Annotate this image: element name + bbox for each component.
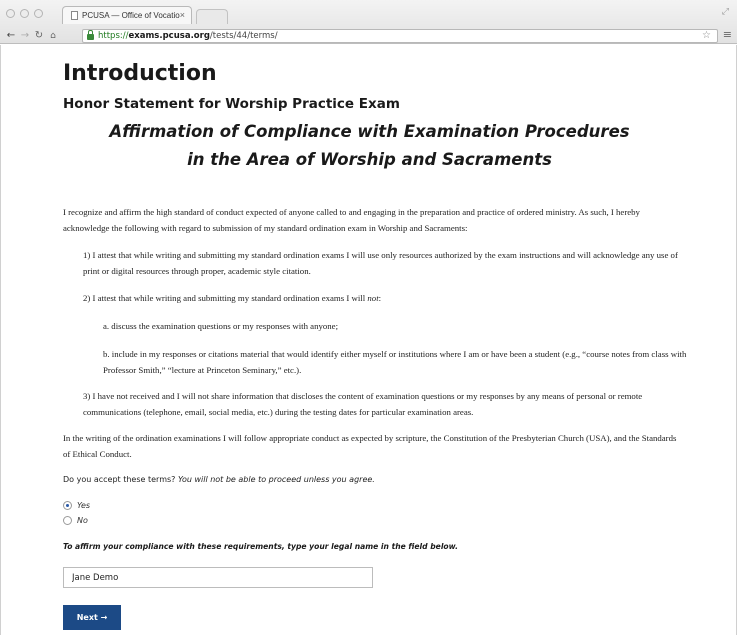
item-2a-paragraph: a. discuss the examination questions or … (103, 321, 339, 331)
menu-icon[interactable]: ≡ (723, 28, 732, 41)
question-text: Do you accept these terms? (63, 475, 178, 484)
item-2b-paragraph: b. include in my responses or citations … (103, 349, 687, 375)
minimize-window-button[interactable] (20, 9, 29, 18)
page-title: Introduction (63, 61, 217, 86)
home-icon[interactable]: ⌂ (46, 31, 60, 41)
page-icon (71, 11, 78, 20)
option-yes[interactable]: Yes (63, 501, 90, 510)
zoom-window-button[interactable] (34, 9, 43, 18)
yes-radio[interactable] (63, 501, 72, 510)
window-controls (6, 9, 43, 18)
bookmark-star-icon[interactable]: ☆ (702, 30, 711, 41)
affirmation-heading-line1: Affirmation of Compliance with Examinati… (109, 122, 630, 141)
browser-chrome: PCUSA — Office of Vocatio × ⤢ ← → ↻ ⌂ ht… (0, 0, 737, 44)
question-note: You will not be able to proceed unless y… (177, 475, 375, 484)
tab-title: PCUSA — Office of Vocatio (82, 11, 180, 20)
terms-question: Do you accept these terms? You will not … (63, 475, 375, 484)
item-2-paragraph: 2) I attest that while writing and submi… (83, 290, 381, 306)
browser-toolbar: ← → ↻ ⌂ https:// exams.pcusa.org /tests/… (0, 27, 737, 44)
forward-arrow-icon[interactable]: → (18, 30, 32, 41)
intro-paragraph: I recognize and affirm the high standard… (63, 207, 640, 233)
lock-icon (87, 30, 94, 40)
no-radio[interactable] (63, 516, 72, 525)
legal-name-instruction: To affirm your compliance with these req… (63, 542, 459, 551)
url-path: /tests/44/terms/ (209, 31, 278, 41)
yes-label: Yes (77, 501, 91, 510)
reload-icon[interactable]: ↻ (32, 30, 46, 41)
option-no[interactable]: No (63, 516, 88, 525)
fullscreen-icon[interactable]: ⤢ (722, 7, 729, 17)
url-host: exams.pcusa.org (128, 31, 210, 41)
next-button[interactable]: Next → (63, 605, 121, 630)
address-bar[interactable]: https:// exams.pcusa.org /tests/44/terms… (82, 29, 718, 43)
item-2-text: 2) I attest that while writing and submi… (83, 293, 368, 303)
item-1-paragraph: 1) I attest that while writing and submi… (83, 250, 678, 276)
new-tab-button[interactable] (196, 9, 228, 24)
page-content: Introduction Honor Statement for Worship… (0, 45, 737, 635)
affirmation-heading-line2: in the Area of Worship and Sacraments (187, 150, 552, 169)
item-2-suffix: : (378, 293, 382, 303)
page-subtitle: Honor Statement for Worship Practice Exa… (63, 96, 400, 112)
no-label: No (77, 516, 88, 525)
back-arrow-icon[interactable]: ← (4, 30, 18, 41)
conduct-paragraph: In the writing of the ordination examina… (63, 433, 677, 459)
item-2-emphasis: not (367, 293, 379, 303)
close-tab-icon[interactable]: × (180, 10, 185, 20)
url-scheme: https:// (98, 31, 129, 41)
item-3-paragraph: 3) I have not received and I will not sh… (83, 391, 643, 417)
legal-name-input[interactable] (63, 567, 373, 588)
close-window-button[interactable] (6, 9, 15, 18)
browser-tab[interactable]: PCUSA — Office of Vocatio × (62, 6, 192, 24)
